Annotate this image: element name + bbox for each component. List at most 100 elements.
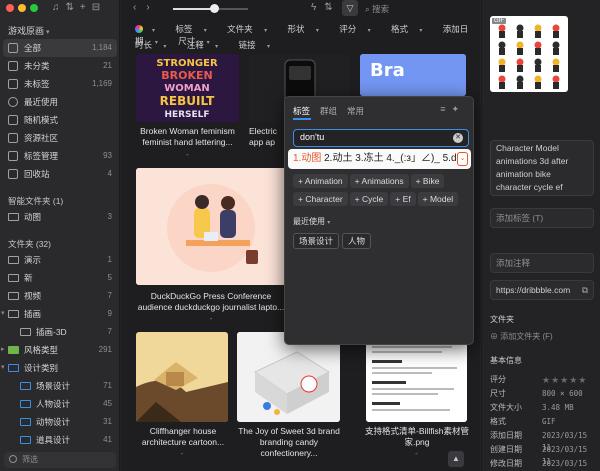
tab-groups[interactable]: 群组	[320, 106, 337, 116]
recent-tag[interactable]: 人物	[342, 233, 372, 249]
tag-input[interactable]: don'tu ✕	[293, 129, 469, 147]
filter-folders[interactable]: 文件夹 ▾	[227, 24, 276, 34]
folder-item[interactable]: 人物设计 45	[0, 395, 120, 413]
sidebar-item-recent[interactable]: 最近使用	[0, 93, 120, 111]
sidebar-item-trash[interactable]: 回收站 4	[0, 165, 120, 183]
file-name-field[interactable]: Character Model animations 3d after anim…	[490, 140, 594, 196]
tag-suggestion[interactable]: + Cycle	[349, 192, 389, 206]
thumbnail-cliffhanger[interactable]	[136, 332, 228, 422]
chevron-down-icon[interactable]: ▾	[1, 359, 5, 377]
sidebar-item-label: 回收站	[24, 169, 50, 179]
sidebar-item-community[interactable]: 资源社区	[0, 129, 120, 147]
filter-rating[interactable]: 评分 ▾	[339, 24, 379, 34]
zoom-slider-handle[interactable]	[210, 4, 220, 13]
chevron-down-icon: ▾	[367, 28, 371, 34]
tag-suggestion[interactable]: + Model	[417, 192, 459, 206]
lightning-icon[interactable]: ϟ	[311, 2, 324, 13]
zoom-slider[interactable]	[173, 4, 248, 13]
tag-suggestion-label: Cycle	[361, 194, 384, 204]
filter-placeholder: 筛选	[22, 455, 38, 464]
filter-duration[interactable]: 时长 ▾	[135, 40, 175, 50]
thumbnail-duckduckgo[interactable]	[136, 168, 286, 285]
folder-item[interactable]: 插画-3D 7	[0, 323, 120, 341]
bell-icon[interactable]: ♫	[52, 2, 66, 13]
chevron-down-icon[interactable]: ⌄	[457, 152, 468, 166]
sidebar-item-uncategorized[interactable]: 未分类 21	[0, 57, 120, 75]
sort-icon[interactable]: ⇅	[66, 2, 80, 13]
folder-item[interactable]: 道具设计 41	[0, 431, 120, 449]
add-icon[interactable]: +	[80, 2, 92, 13]
color-filter[interactable]: ▾	[135, 24, 164, 34]
chevron-down-icon[interactable]: ▾	[1, 305, 5, 323]
preview-thumbnail[interactable]: GIF	[490, 16, 568, 92]
search-input[interactable]: ⌕ 搜索	[365, 3, 389, 15]
tab-frequent[interactable]: 常用	[347, 106, 364, 116]
recent-tag[interactable]: 场景设计	[293, 233, 340, 249]
scroll-to-top-button[interactable]: ▲	[448, 451, 464, 467]
folder-icon	[8, 292, 19, 300]
zoom-window-button[interactable]	[30, 4, 38, 12]
ime-first-candidate[interactable]: 1.动图	[293, 153, 321, 164]
folder-item[interactable]: 动物设计 31	[0, 413, 120, 431]
info-key: 格式	[490, 417, 506, 426]
filter-shape[interactable]: 形状 ▾	[287, 24, 327, 34]
add-folder-button[interactable]: ⊕ 添加文件夹 (F)	[490, 331, 553, 342]
sidebar-item-random[interactable]: 随机模式	[0, 111, 120, 129]
clear-icon[interactable]: ✕	[453, 133, 463, 143]
add-note-field[interactable]: 添加注释	[490, 253, 594, 273]
recent-tags-title[interactable]: 最近使用 ▾	[293, 216, 330, 227]
folder-item[interactable]: ▾ 设计类别	[0, 359, 120, 377]
filter-notes[interactable]: 注释 ▾	[187, 40, 227, 50]
tab-tags[interactable]: 标签	[293, 106, 310, 116]
folder-item[interactable]: ▸ 风格类型 291	[0, 341, 120, 359]
back-icon[interactable]: ‹	[133, 2, 146, 13]
thumbnail-broken-woman[interactable]: STRONGER BROKEN WOMAN REBUILT HERSELF	[136, 54, 239, 122]
thumbnail-bracket[interactable]: Bra	[360, 54, 466, 96]
sidebar-item-label: 未标签	[24, 79, 50, 89]
info-row-filesize: 文件大小 3.48 MB	[490, 402, 594, 414]
folder-item[interactable]: 场景设计 71	[0, 377, 120, 395]
tag-suggestion[interactable]: + Animations	[349, 174, 409, 188]
color-wheel-icon	[135, 25, 143, 33]
sort-icon[interactable]: ≡	[440, 104, 451, 114]
ime-other-candidates[interactable]: 2.动土 3.冻土 4._(:з」∠)_ 5.do	[321, 153, 462, 164]
folder-item[interactable]: 演示 1	[0, 251, 120, 269]
sidebar-item-tag-manager[interactable]: 标签管理 93	[0, 147, 120, 165]
sort-icon[interactable]: ⇅	[324, 2, 340, 13]
external-link-icon[interactable]: ⧉	[582, 284, 588, 297]
close-window-button[interactable]	[6, 4, 14, 12]
folder-filter-input[interactable]: 筛选	[4, 452, 116, 468]
filter-label: 评分	[339, 24, 357, 34]
folder-icon	[20, 382, 31, 390]
tag-suggestion[interactable]: + Character	[293, 192, 348, 206]
folder-item[interactable]: 视频 7	[0, 287, 120, 305]
folders-title[interactable]: 文件夹 (32)	[8, 238, 51, 250]
rating-stars[interactable]: ★★★★★	[542, 374, 587, 386]
sidebar-item-all[interactable]: 全部 1,184	[3, 39, 117, 57]
filter-label: 文件夹	[227, 24, 253, 34]
sidebar-item-untagged[interactable]: 未标签 1,169	[0, 75, 120, 93]
filter-link[interactable]: 链接 ▾	[239, 40, 279, 50]
tag-suggestion[interactable]: + Bike	[410, 174, 445, 188]
folder-icon	[8, 256, 19, 264]
filter-tags[interactable]: 标签 ▾	[175, 24, 215, 34]
pin-icon[interactable]: ✦	[451, 104, 465, 114]
tag-suggestion[interactable]: + Animation	[293, 174, 348, 188]
ime-candidate-bar[interactable]: 1.动图 2.动土 3.冻土 4._(:з」∠)_ 5.do ⌄	[288, 149, 471, 169]
thumbnail-format-list[interactable]	[366, 332, 467, 422]
filter-format[interactable]: 格式 ▾	[391, 24, 431, 34]
smart-folders-title[interactable]: 智能文件夹 (1)	[8, 195, 63, 207]
library-switcher[interactable]: 游戏原画 ▾	[8, 24, 50, 37]
folder-item[interactable]: ▾ 插画 9	[0, 305, 120, 323]
tag-suggestion[interactable]: + Ef	[390, 192, 416, 206]
folder-item[interactable]: 新5	[0, 269, 120, 287]
smart-folder-item[interactable]: 动图 3	[0, 208, 120, 226]
thumbnail-joy-of-sweet[interactable]	[237, 332, 340, 422]
layout-icon[interactable]: ⊟	[92, 2, 106, 13]
minimize-window-button[interactable]	[18, 4, 26, 12]
chevron-right-icon[interactable]: ▸	[1, 341, 5, 359]
forward-icon[interactable]: ›	[146, 2, 159, 13]
url-field[interactable]: https://dribbble.com ⧉	[490, 280, 594, 300]
filter-button[interactable]: ▽	[342, 0, 358, 16]
add-tag-field[interactable]: 添加标签 (T)	[490, 208, 594, 228]
